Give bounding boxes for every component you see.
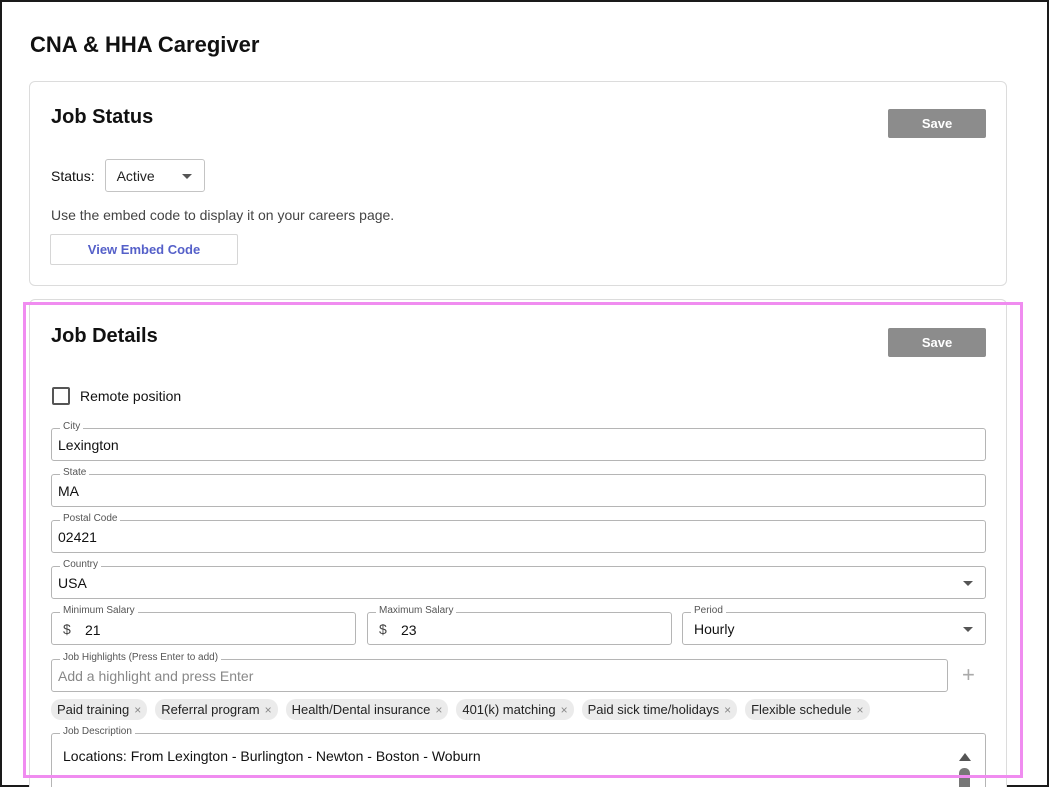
job-highlights-label: Job Highlights (Press Enter to add) (60, 652, 222, 664)
job-status-save-button[interactable]: Save (888, 109, 986, 138)
dollar-sign: $ (63, 621, 71, 637)
country-label: Country (60, 559, 102, 571)
remote-position-label: Remote position (80, 388, 182, 404)
scroll-up-icon[interactable] (959, 753, 971, 761)
chip-label: 401(k) matching (462, 702, 556, 717)
postal-code-label: Postal Code (60, 513, 121, 525)
state-field[interactable]: State MA (51, 467, 986, 507)
status-select[interactable]: Active (104, 159, 205, 192)
status-row: Status: Active (51, 159, 205, 192)
minimum-salary-field[interactable]: Minimum Salary $ 21 (51, 605, 356, 645)
status-value: Active (116, 167, 155, 184)
page-title: CNA & HHA Caregiver (30, 32, 260, 57)
country-value: USA (58, 575, 87, 591)
job-description-field[interactable]: Job Description Locations: From Lexingto… (51, 726, 986, 787)
chevron-down-icon (181, 174, 192, 179)
state-value: MA (58, 483, 79, 499)
maximum-salary-value: 23 (401, 622, 417, 638)
embed-instructions: Use the embed code to display it on your… (51, 207, 395, 223)
close-icon[interactable]: × (561, 703, 568, 717)
status-label: Status: (51, 167, 95, 184)
chip-label: Flexible schedule (751, 702, 852, 717)
close-icon[interactable]: × (134, 703, 141, 717)
maximum-salary-label: Maximum Salary (376, 605, 457, 617)
highlight-chips: Paid training × Referral program × Healt… (51, 699, 870, 720)
chevron-down-icon (963, 627, 973, 632)
job-description-text: Locations: From Lexington - Burlington -… (63, 748, 481, 764)
job-status-title: Job Status (51, 106, 154, 128)
highlight-chip: Referral program × (155, 699, 278, 720)
job-highlights-placeholder: Add a highlight and press Enter (58, 668, 254, 684)
job-details-title: Job Details (51, 325, 158, 347)
chip-label: Paid training (57, 702, 130, 717)
chip-label: Health/Dental insurance (291, 702, 431, 717)
scrollbar-thumb[interactable] (959, 768, 970, 787)
highlight-chip: Paid training × (51, 699, 148, 720)
job-highlights-input[interactable]: Job Highlights (Press Enter to add) Add … (51, 652, 948, 692)
minimum-salary-value: 21 (85, 622, 101, 638)
close-icon[interactable]: × (265, 703, 272, 717)
job-status-card: Job Status Save Status: Active Use the e… (29, 81, 1007, 286)
maximum-salary-field[interactable]: Maximum Salary $ 23 (367, 605, 672, 645)
close-icon[interactable]: × (435, 703, 442, 717)
view-embed-code-button[interactable]: View Embed Code (50, 234, 238, 265)
city-value: Lexington (58, 437, 119, 453)
period-value: Hourly (694, 621, 735, 637)
job-details-card: Job Details Save Remote position City Le… (29, 299, 1007, 787)
highlight-chip: Paid sick time/holidays × (581, 699, 738, 720)
chip-label: Paid sick time/holidays (587, 702, 720, 717)
close-icon[interactable]: × (724, 703, 731, 717)
period-label: Period (691, 605, 726, 617)
highlight-chip: 401(k) matching × (456, 699, 574, 720)
remote-position-row[interactable]: Remote position (52, 387, 181, 405)
add-highlight-icon[interactable]: + (962, 664, 975, 686)
country-select[interactable]: Country USA (51, 559, 986, 599)
job-description-label: Job Description (60, 726, 135, 738)
remote-position-checkbox[interactable] (52, 387, 70, 405)
city-field[interactable]: City Lexington (51, 421, 986, 461)
close-icon[interactable]: × (857, 703, 864, 717)
highlight-chip: Flexible schedule × (745, 699, 870, 720)
highlight-chip: Health/Dental insurance × (285, 699, 449, 720)
postal-code-field[interactable]: Postal Code 02421 (51, 513, 986, 553)
city-label: City (60, 421, 84, 433)
dollar-sign: $ (379, 621, 387, 637)
state-label: State (60, 467, 90, 479)
chevron-down-icon (963, 581, 973, 586)
period-select[interactable]: Period Hourly (682, 605, 986, 645)
postal-code-value: 02421 (58, 529, 97, 545)
minimum-salary-label: Minimum Salary (60, 605, 138, 617)
chip-label: Referral program (161, 702, 260, 717)
job-details-save-button[interactable]: Save (888, 328, 986, 357)
